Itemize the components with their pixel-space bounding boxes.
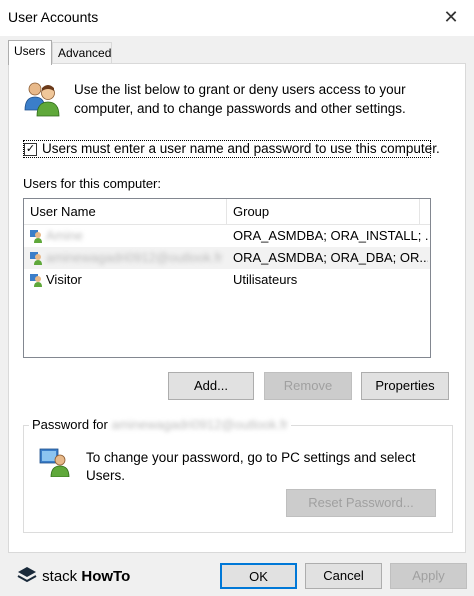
user-name-cell: Visitor (46, 272, 82, 287)
require-login-label: Users must enter a user name and passwor… (42, 141, 440, 156)
cancel-button[interactable]: Cancel (305, 563, 382, 589)
users-group-icon (22, 80, 62, 118)
tab-users[interactable]: Users (8, 40, 52, 65)
group-cell: ORA_ASMDBA; ORA_INSTALL; ... (233, 228, 428, 243)
add-user-button[interactable]: Add... (168, 372, 254, 400)
user-icon (29, 251, 43, 265)
column-header-user-name[interactable]: User Name (24, 199, 227, 225)
properties-button[interactable]: Properties (361, 372, 449, 400)
close-icon[interactable]: ✕ (440, 6, 462, 28)
window-title: User Accounts (8, 9, 99, 25)
stackhowto-logo: stack HowTo (16, 566, 130, 586)
users-list-label: Users for this computer: (23, 176, 161, 191)
user-name-cell: Amine (46, 228, 83, 243)
password-group-legend: Password for aminewagadri0912@outlook.fr (29, 417, 292, 432)
password-for-user: aminewagadri0912@outlook.fr (111, 417, 289, 432)
list-header: User Name Group (24, 199, 430, 225)
password-for-label: Password for (32, 417, 108, 432)
change-password-text: To change your password, go to PC settin… (86, 450, 416, 483)
users-listview[interactable]: User Name Group Amine ORA_ASMDBA; ORA_IN… (23, 198, 431, 358)
group-cell: Utilisateurs (233, 272, 298, 287)
apply-button[interactable]: Apply (390, 563, 467, 589)
checkmark-icon[interactable]: ✓ (24, 143, 37, 156)
reset-password-button[interactable]: Reset Password... (286, 489, 436, 517)
user-icon (29, 273, 43, 287)
logo-text-howto: HowTo (81, 568, 131, 585)
logo-text-stack: stack (42, 568, 78, 585)
table-row[interactable]: Visitor Utilisateurs (24, 269, 430, 291)
require-login-checkbox[interactable]: ✓ Users must enter a user name and passw… (23, 140, 440, 158)
ok-button[interactable]: OK (220, 563, 297, 589)
user-icon (29, 229, 43, 243)
tab-advanced[interactable]: Advanced (52, 42, 112, 64)
table-row[interactable]: Amine ORA_ASMDBA; ORA_INSTALL; ... (24, 225, 430, 247)
stack-logo-icon (17, 567, 37, 583)
column-header-group[interactable]: Group (227, 199, 420, 225)
table-row[interactable]: aminewagadri0912@outlook.fr ORA_ASMDBA; … (24, 247, 430, 269)
user-password-icon (38, 447, 72, 477)
remove-user-button[interactable]: Remove (264, 372, 352, 400)
intro-text: Use the list below to grant or deny user… (74, 82, 406, 116)
user-name-cell: aminewagadri0912@outlook.fr (46, 250, 223, 265)
group-cell: ORA_ASMDBA; ORA_DBA; OR... (233, 250, 428, 265)
